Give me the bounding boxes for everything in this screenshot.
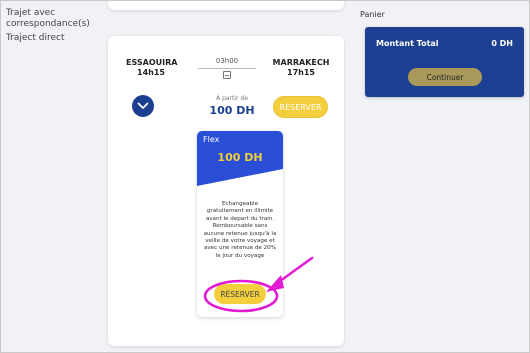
fare-description: Echangeable gratuitement en illimite ava… [203, 201, 277, 259]
departure-station: ESSAOUIRA 14h15 [126, 58, 178, 77]
previous-result-card [108, 0, 344, 10]
fare-reserve-button[interactable]: RÉSERVER [214, 284, 266, 304]
fare-header: Flex 100 DH [197, 131, 283, 187]
fare-price: 100 DH [217, 151, 263, 164]
cart-title: Panier [360, 10, 385, 19]
filter-option-direct[interactable]: Traject direct [6, 33, 101, 44]
departure-station-name: ESSAOUIRA [126, 58, 178, 67]
arrival-station-name: MARRAKECH [272, 58, 330, 67]
price-from: À partir de 100 DH [200, 95, 264, 117]
trip-duration: 03h00 [196, 57, 258, 81]
trip-result-card: ESSAOUIRA 14h15 03h00 MARRAKECH 17h15 À … [108, 36, 344, 346]
price-from-amount: 100 DH [209, 104, 255, 117]
departure-time: 14h15 [137, 68, 165, 77]
train-icon [223, 71, 231, 79]
arrival-station: MARRAKECH 17h15 [271, 58, 331, 77]
reserve-button[interactable]: RÉSERVER [273, 96, 328, 118]
fare-card-flex: Flex 100 DH Echangeable gratuitement en … [197, 131, 283, 317]
cart-card: Montant Total 0 DH Continuer [365, 27, 524, 97]
cart-total-value: 0 DH [491, 39, 513, 48]
duration-text: 03h00 [215, 57, 239, 65]
price-from-label: À partir de [216, 95, 248, 102]
continue-button[interactable]: Continuer [408, 68, 482, 86]
fare-name: Flex [203, 135, 220, 144]
duration-line [198, 68, 256, 69]
chevron-down-icon [137, 102, 149, 109]
filter-sidebar: Trajet avec correspondance(s) Traject di… [6, 8, 101, 47]
expand-fares-button[interactable] [132, 95, 154, 117]
cart-total-label: Montant Total [376, 39, 439, 48]
filter-option-connection[interactable]: Trajet avec correspondance(s) [6, 8, 101, 30]
arrival-time: 17h15 [287, 68, 315, 77]
